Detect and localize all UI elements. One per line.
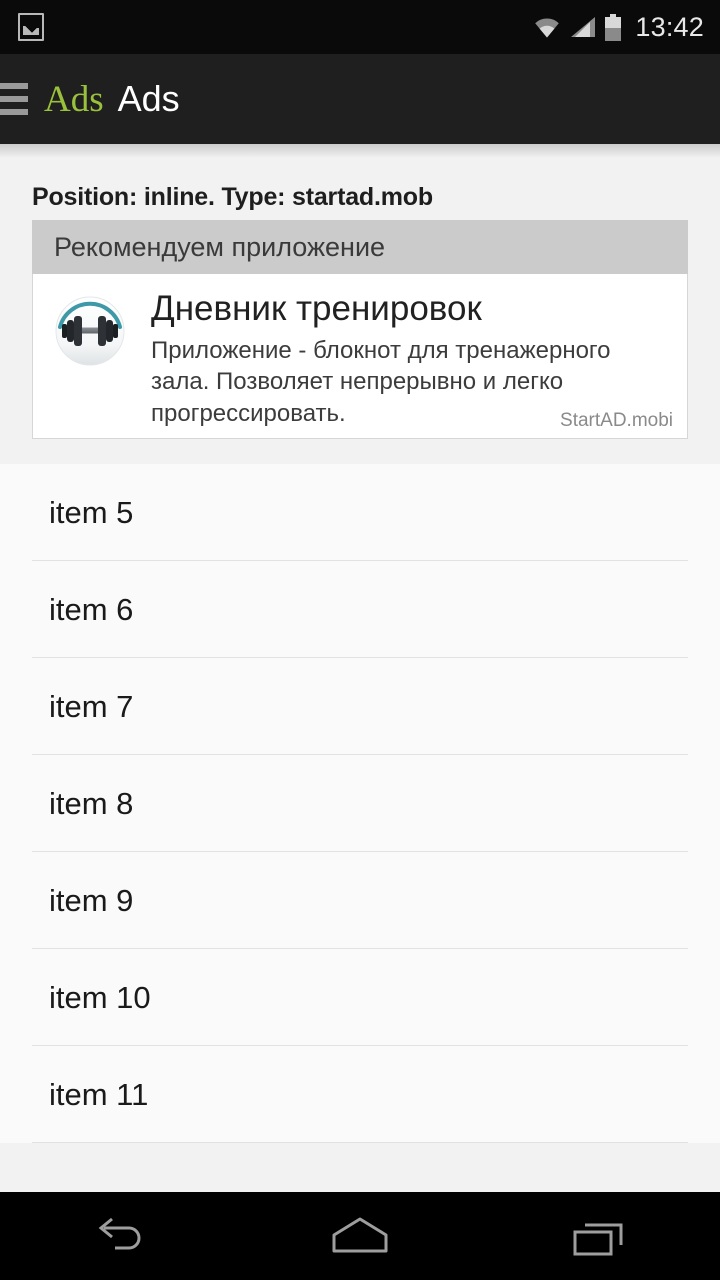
list-item-label: item 11 <box>49 1076 149 1112</box>
recents-button[interactable] <box>480 1192 720 1280</box>
list-item[interactable]: item 7 <box>0 658 720 755</box>
list-item[interactable]: item 11 <box>0 1046 720 1143</box>
dumbbell-app-icon <box>55 296 125 366</box>
screenshot-icon <box>18 13 44 41</box>
signal-icon <box>571 17 596 37</box>
status-bar-clock: 13:42 <box>635 11 704 42</box>
ad-app-name: Дневник тренировок <box>151 289 482 328</box>
ad-attribution[interactable]: StartAD.mobi <box>560 410 673 432</box>
home-icon <box>332 1217 388 1253</box>
battery-icon <box>605 13 622 41</box>
ad-card[interactable]: Рекомендуем приложение Дневник тренирово… <box>32 220 688 439</box>
list-item[interactable]: item 5 <box>0 464 720 561</box>
main-content: Position: inline. Type: startad.mob Реко… <box>0 144 720 1192</box>
ad-icon-container <box>53 290 131 430</box>
ad-position-label: Position: inline. Type: startad.mob <box>32 183 433 211</box>
page-title: Ads <box>117 78 180 119</box>
list-item-label: item 6 <box>49 591 134 627</box>
status-bar-system-icons: 13:42 <box>532 11 704 42</box>
list-item-label: item 7 <box>49 688 134 724</box>
android-screen: 13:42 Ads Ads Position: inline. Type: st… <box>0 0 720 1280</box>
ad-card-header: Рекомендуем приложение <box>32 220 688 274</box>
wifi-icon <box>535 18 560 38</box>
ad-card-body[interactable]: Дневник тренировок Приложение - блокнот … <box>32 274 688 439</box>
back-button[interactable] <box>0 1192 240 1280</box>
list-item-label: item 10 <box>49 979 151 1015</box>
status-bar: 13:42 <box>0 0 720 54</box>
action-bar: Ads Ads <box>0 54 720 144</box>
status-bar-notifications <box>18 13 44 41</box>
back-arrow-icon <box>98 1217 141 1250</box>
list-item-label: item 8 <box>49 785 134 821</box>
hamburger-icon[interactable] <box>0 83 28 115</box>
app-logo-text: Ads <box>44 78 104 120</box>
ad-header-label: Рекомендуем приложение <box>54 231 386 262</box>
list-item[interactable]: item 9 <box>0 852 720 949</box>
list-item-label: item 9 <box>49 882 134 918</box>
list-item[interactable]: item 6 <box>0 561 720 658</box>
list-item-label: item 5 <box>49 494 134 530</box>
list-item[interactable]: item 8 <box>0 755 720 852</box>
list-item[interactable]: item 10 <box>0 949 720 1046</box>
item-list: item 5 item 6 item 7 item 8 item 9 item … <box>0 464 720 1143</box>
recents-icon <box>573 1223 623 1256</box>
navigation-bar <box>0 1192 720 1280</box>
home-button[interactable] <box>240 1192 480 1280</box>
